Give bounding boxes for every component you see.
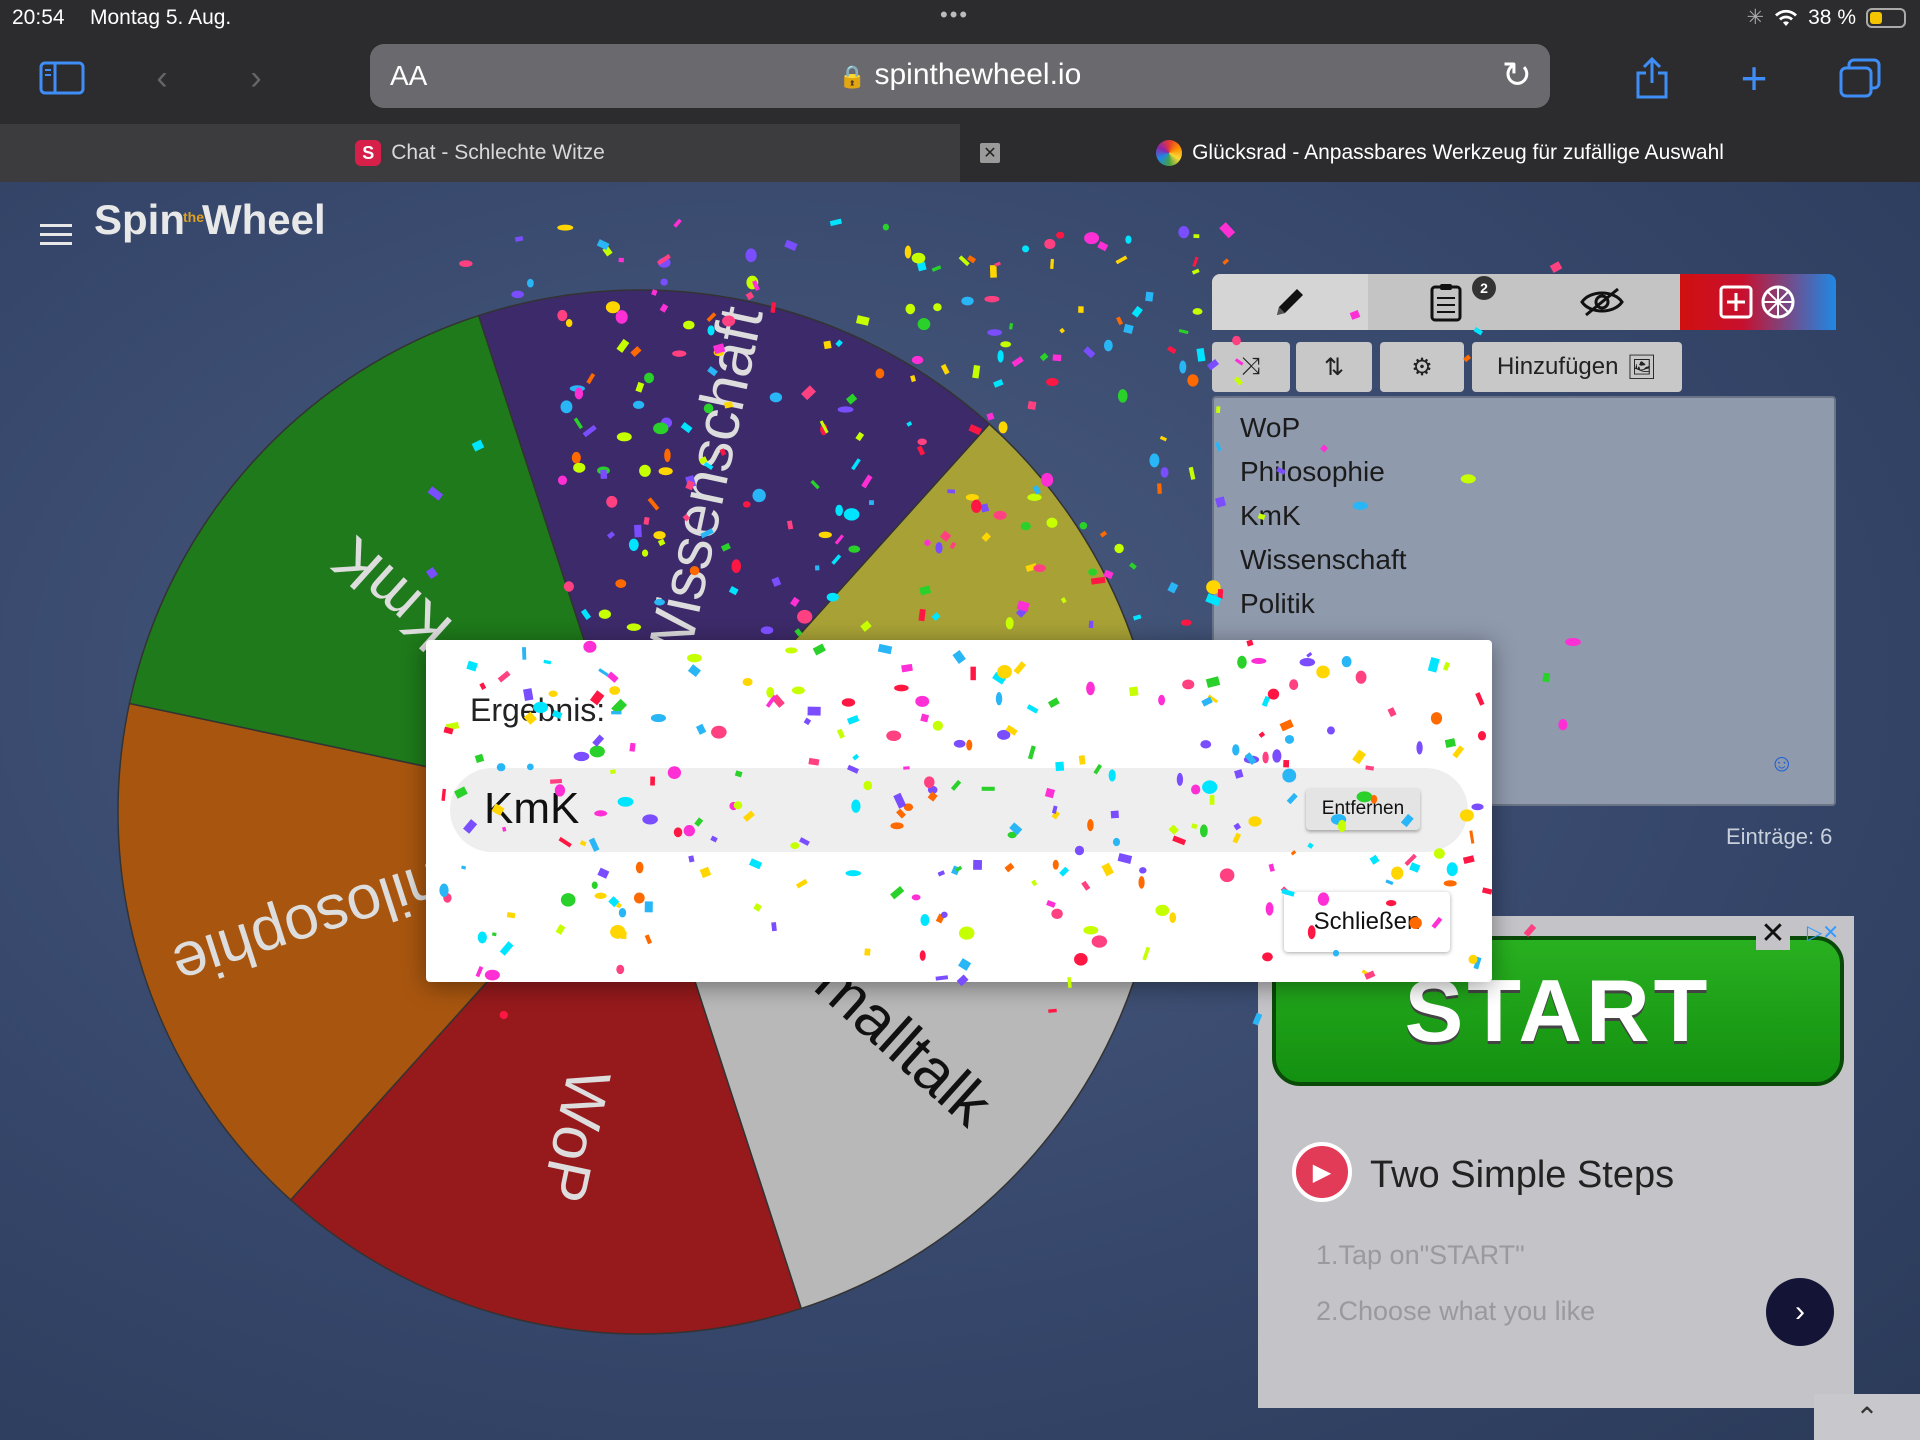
share-icon[interactable] xyxy=(1622,52,1682,104)
advertisement[interactable]: START ✕ ▷✕ ▶ Two Simple Steps 1.Tap on"S… xyxy=(1258,916,1854,1408)
tab-gluecksrad[interactable]: Glücksrad - Anpassbares Werkzeug für zuf… xyxy=(960,124,1920,182)
chevron-up-icon[interactable]: ⌃ xyxy=(1814,1394,1920,1440)
result-box: KmK Entfernen xyxy=(450,768,1468,852)
entry-line: WoP xyxy=(1240,412,1301,443)
chat-favicon-icon: S xyxy=(355,140,382,166)
status-time: 20:54 xyxy=(12,6,65,29)
results-count-badge: 2 xyxy=(1472,276,1496,300)
wheel-favicon-icon xyxy=(1156,140,1183,166)
eye-slash-icon xyxy=(1580,287,1624,317)
entry-line: Wissenschaft xyxy=(1240,544,1407,575)
ad-close-icon[interactable]: ✕ xyxy=(1756,916,1790,950)
status-right: ✳ 38 % xyxy=(1747,5,1906,30)
tab-results[interactable]: 2 xyxy=(1368,274,1524,330)
battery-percent: 38 % xyxy=(1808,5,1856,29)
ad-next-icon[interactable]: › xyxy=(1766,1278,1834,1346)
remove-button[interactable]: Entfernen xyxy=(1306,788,1420,830)
menu-icon[interactable] xyxy=(40,218,72,251)
status-bar: 20:54 Montag 5. Aug. ••• ✳ 38 % xyxy=(0,0,1920,36)
tab-bar: S Chat - Schlechte Witze Glücksrad - Anp… xyxy=(0,124,1920,182)
ad-step-2: 2.Choose what you like xyxy=(1316,1296,1596,1326)
tab-new-wheel[interactable] xyxy=(1680,274,1836,330)
tab-close-icon[interactable]: ✕ xyxy=(980,143,1000,163)
tab-hide[interactable] xyxy=(1524,274,1680,330)
back-icon[interactable]: ‹ xyxy=(132,52,192,104)
forward-icon[interactable]: › xyxy=(226,52,286,104)
url-host: 🔒 spinthewheel.io xyxy=(370,58,1550,92)
status-date: Montag 5. Aug. xyxy=(90,6,232,29)
browser-toolbar: ‹ › AA 🔒 spinthewheel.io ↻ + xyxy=(0,36,1920,124)
add-image-button[interactable]: Hinzufügen 🖼 xyxy=(1472,342,1682,392)
ad-step-1: 1.Tap on"START" xyxy=(1316,1240,1525,1270)
entry-line: Politik xyxy=(1240,588,1315,619)
sort-icon: ⇅ xyxy=(1323,353,1345,381)
sort-button[interactable]: ⇅ xyxy=(1296,342,1372,392)
tab-label: Glücksrad - Anpassbares Werkzeug für zuf… xyxy=(1192,141,1724,164)
image-icon: 🖼 xyxy=(1626,353,1657,381)
result-value: KmK xyxy=(484,784,580,833)
add-wheel-icon xyxy=(1719,285,1795,319)
wifi-icon xyxy=(1775,9,1798,26)
tab-chat[interactable]: S Chat - Schlechte Witze xyxy=(0,124,960,182)
dialog-title: Ergebnis: xyxy=(470,692,606,728)
settings-button[interactable]: ⚙ xyxy=(1380,342,1464,392)
address-bar[interactable]: AA 🔒 spinthewheel.io ↻ xyxy=(370,44,1550,108)
clipboard-icon xyxy=(1430,284,1462,322)
loading-icon: ✳ xyxy=(1746,6,1765,29)
reload-icon[interactable]: ↻ xyxy=(1502,54,1532,96)
entries-count: Einträge: 6 xyxy=(1726,824,1833,849)
result-dialog: Ergebnis: KmK Entfernen Schließen xyxy=(426,640,1492,982)
sidebar-toggle-icon[interactable] xyxy=(32,52,92,104)
ad-info-icon[interactable]: ▷✕ xyxy=(1794,918,1852,946)
lock-icon: 🔒 xyxy=(838,64,867,89)
site-logo[interactable]: SpintheWheel xyxy=(94,196,326,244)
shuffle-icon: ⤨ xyxy=(1241,353,1261,380)
tab-label: Chat - Schlechte Witze xyxy=(391,141,605,164)
entry-line: KmK xyxy=(1240,500,1301,531)
tabs-overview-icon[interactable] xyxy=(1830,52,1890,104)
panel-tabs: 2 xyxy=(1212,274,1836,330)
new-tab-icon[interactable]: + xyxy=(1724,52,1784,104)
emoji-icon[interactable]: ☺ xyxy=(1769,750,1794,778)
multitask-dots-icon[interactable]: ••• xyxy=(940,2,969,28)
entry-line: Philosophie xyxy=(1240,456,1385,487)
gear-icon: ⚙ xyxy=(1411,353,1433,381)
shuffle-button[interactable]: ⤨ xyxy=(1212,342,1290,392)
add-label: Hinzufügen xyxy=(1497,353,1619,380)
url-text: spinthewheel.io xyxy=(874,58,1082,91)
battery-icon xyxy=(1866,7,1906,28)
ad-app-logo: ▶ xyxy=(1292,1142,1352,1202)
pencil-icon xyxy=(1277,289,1303,315)
close-button[interactable]: Schließen xyxy=(1284,892,1450,952)
tab-edit[interactable] xyxy=(1212,274,1368,330)
ad-title: Two Simple Steps xyxy=(1370,1154,1675,1196)
